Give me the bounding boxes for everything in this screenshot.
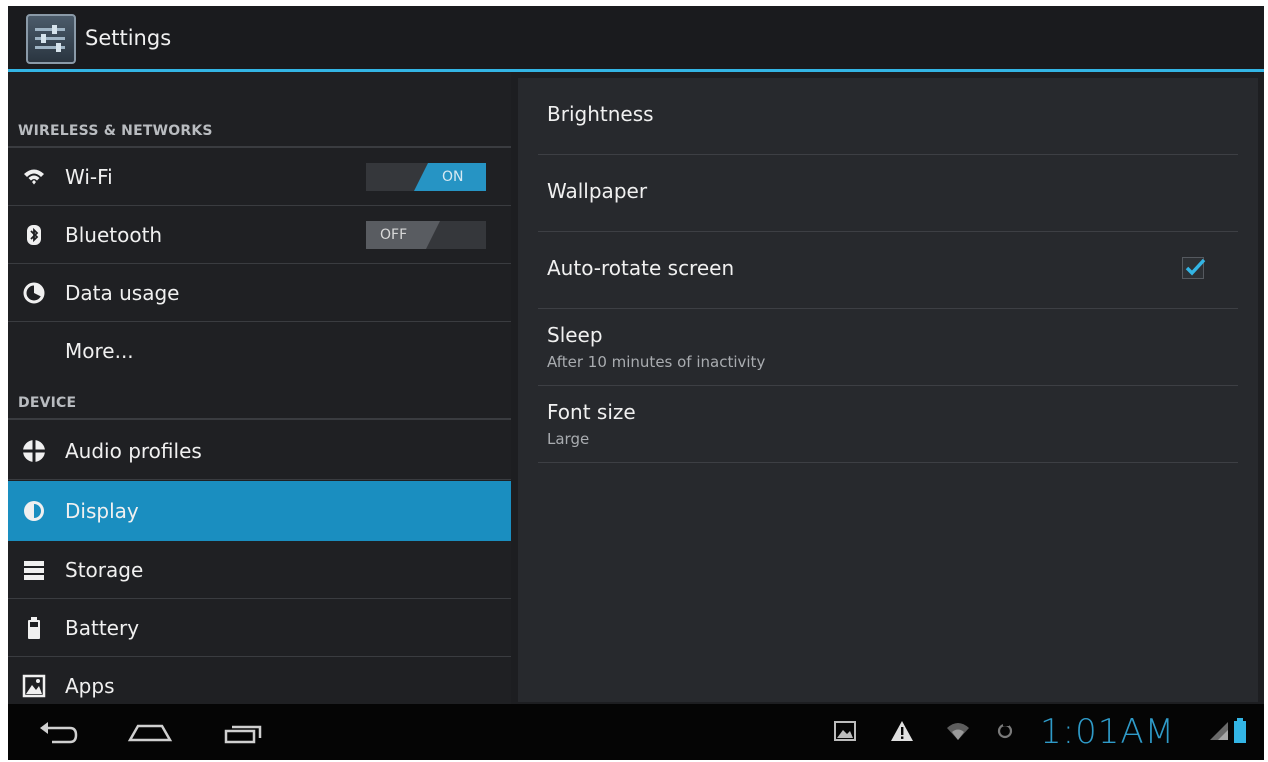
- sidebar-item-label: Apps: [65, 674, 115, 698]
- apps-icon: [22, 674, 46, 698]
- setting-title: Font size: [547, 400, 636, 424]
- wifi-signal-icon: [946, 720, 970, 746]
- setting-title: Sleep: [547, 323, 603, 347]
- sidebar-item-audio-profiles[interactable]: Audio profiles: [8, 422, 511, 480]
- wifi-toggle[interactable]: ON: [366, 163, 486, 191]
- wifi-icon: [22, 165, 46, 189]
- action-bar: Settings: [8, 6, 1264, 70]
- toggle-state-label: ON: [442, 169, 464, 185]
- sidebar-item-battery[interactable]: Battery: [8, 599, 511, 657]
- setting-wallpaper[interactable]: Wallpaper: [538, 155, 1238, 232]
- sidebar-item-data-usage[interactable]: Data usage: [8, 264, 511, 322]
- sidebar-item-label: Battery: [65, 616, 140, 640]
- tablet-screen: Settings WIRELESS & NETWORKS Wi-Fi ON Bl…: [8, 6, 1264, 760]
- setting-font-size[interactable]: Font size Large: [538, 386, 1238, 463]
- sync-icon: [996, 720, 1014, 746]
- audio-profiles-icon: [22, 439, 46, 463]
- setting-summary: After 10 minutes of inactivity: [547, 353, 766, 371]
- gallery-notification-icon[interactable]: [834, 720, 856, 746]
- home-icon[interactable]: [120, 716, 180, 752]
- setting-sleep[interactable]: Sleep After 10 minutes of inactivity: [538, 309, 1238, 386]
- section-header-device: DEVICE: [8, 388, 511, 420]
- app-title: Settings: [85, 26, 172, 50]
- back-icon[interactable]: [26, 716, 86, 752]
- toggle-state-label: OFF: [380, 227, 408, 243]
- data-usage-icon: [22, 281, 46, 305]
- setting-title: Brightness: [547, 102, 654, 126]
- sidebar-item-display[interactable]: Display: [8, 481, 511, 541]
- setting-summary: Large: [547, 430, 590, 448]
- battery-icon: [22, 616, 46, 640]
- setting-title: Auto-rotate screen: [547, 256, 735, 280]
- auto-rotate-checkbox[interactable]: [1182, 257, 1206, 279]
- sidebar-item-apps[interactable]: Apps: [8, 657, 511, 704]
- section-header-label: DEVICE: [18, 395, 77, 411]
- sidebar-item-label: More...: [65, 339, 134, 363]
- bluetooth-icon: [22, 223, 46, 247]
- settings-categories-list: WIRELESS & NETWORKS Wi-Fi ON Bluetooth O…: [8, 72, 511, 704]
- bluetooth-toggle[interactable]: OFF: [366, 221, 486, 249]
- warning-icon[interactable]: [890, 720, 914, 746]
- checkmark-icon: [1185, 258, 1206, 276]
- battery-level-icon: [1233, 718, 1247, 748]
- sidebar-item-storage[interactable]: Storage: [8, 541, 511, 599]
- storage-icon: [22, 558, 46, 582]
- system-bar: 1:01AM: [8, 704, 1264, 760]
- sidebar-item-bluetooth[interactable]: Bluetooth OFF: [8, 206, 511, 264]
- sidebar-item-label: Bluetooth: [65, 223, 163, 247]
- section-header-wireless: WIRELESS & NETWORKS: [8, 116, 511, 148]
- display-icon: [22, 499, 46, 523]
- sidebar-item-wifi[interactable]: Wi-Fi ON: [8, 148, 511, 206]
- setting-auto-rotate[interactable]: Auto-rotate screen: [538, 232, 1238, 309]
- sidebar-item-more[interactable]: More...: [8, 322, 511, 380]
- setting-title: Wallpaper: [547, 179, 648, 203]
- setting-brightness[interactable]: Brightness: [538, 78, 1238, 155]
- display-settings-panel: Brightness Wallpaper Auto-rotate screen …: [518, 78, 1258, 702]
- recent-apps-icon[interactable]: [214, 716, 274, 752]
- cell-signal-icon: [1208, 720, 1230, 746]
- sidebar-item-label: Wi-Fi: [65, 165, 113, 189]
- sidebar-item-label: Display: [65, 499, 139, 523]
- sidebar-item-label: Data usage: [65, 281, 180, 305]
- section-header-label: WIRELESS & NETWORKS: [18, 123, 213, 139]
- sidebar-item-label: Audio profiles: [65, 439, 202, 463]
- sidebar-item-label: Storage: [65, 558, 144, 582]
- settings-app-icon[interactable]: [26, 14, 76, 64]
- status-clock[interactable]: 1:01AM: [1040, 712, 1175, 752]
